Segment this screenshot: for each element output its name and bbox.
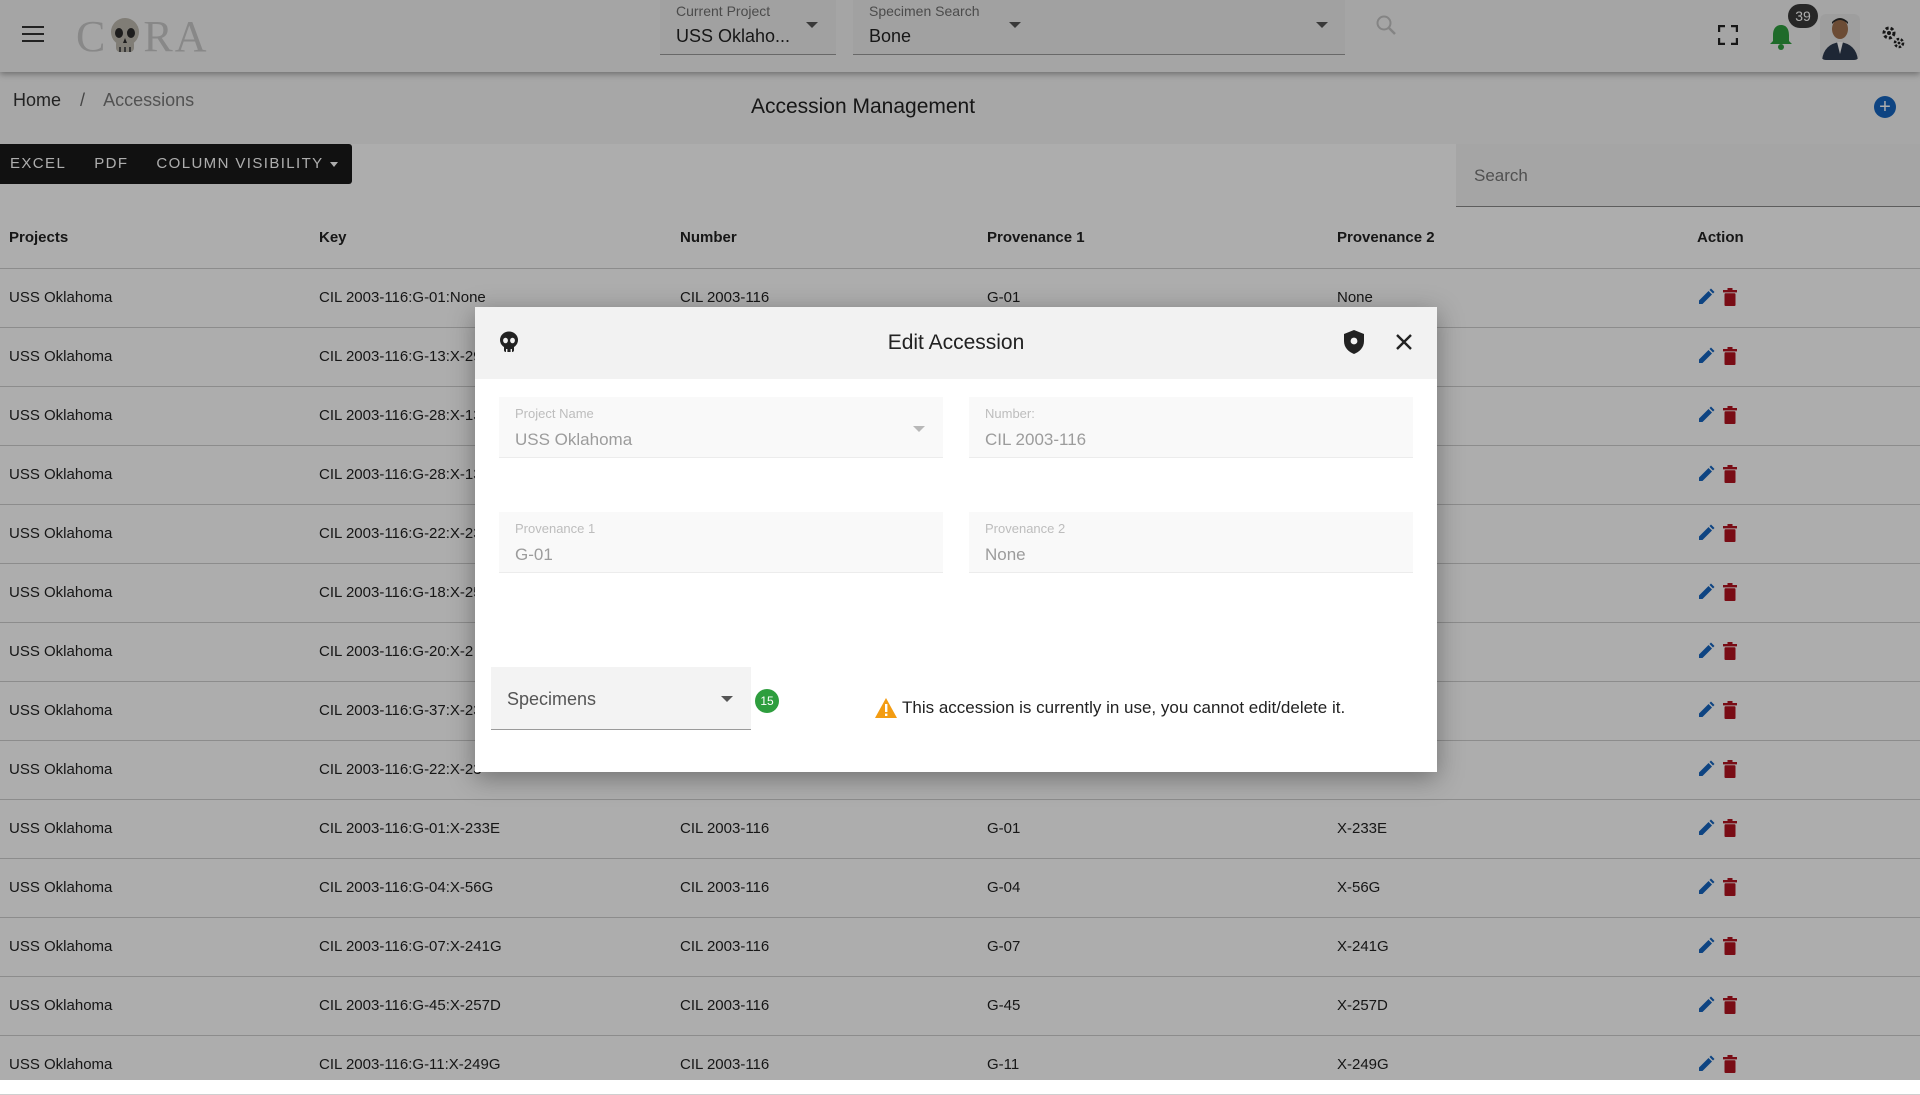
- shield-icon[interactable]: [1343, 329, 1365, 355]
- provenance-1-label: Provenance 1: [515, 521, 596, 536]
- dialog-header: Edit Accession: [475, 307, 1437, 379]
- specimens-select[interactable]: Specimens: [491, 667, 751, 730]
- number-label: Number:: [985, 406, 1035, 421]
- provenance-2-label: Provenance 2: [985, 521, 1066, 536]
- provenance-1-value: G-01: [515, 545, 553, 564]
- chevron-down-icon: [721, 696, 733, 702]
- provenance-2-value: None: [985, 545, 1026, 564]
- warning-text: This accession is currently in use, you …: [902, 698, 1346, 717]
- project-name-select[interactable]: Project Name USS Oklahoma: [499, 397, 943, 458]
- provenance-1-field[interactable]: Provenance 1 G-01: [499, 512, 943, 573]
- provenance-2-field[interactable]: Provenance 2 None: [969, 512, 1413, 573]
- edit-accession-dialog: Edit Accession Project Name USS Oklahoma…: [475, 307, 1437, 772]
- specimens-placeholder: Specimens: [507, 689, 597, 709]
- in-use-warning: This accession is currently in use, you …: [874, 697, 1345, 719]
- close-icon[interactable]: [1395, 333, 1413, 351]
- project-name-value: USS Oklahoma: [515, 430, 633, 449]
- dialog-title: Edit Accession: [887, 331, 1025, 354]
- warning-icon: [875, 698, 897, 718]
- project-name-label: Project Name: [515, 406, 594, 421]
- chevron-down-icon: [913, 426, 925, 432]
- specimens-count-badge: 15: [755, 689, 779, 713]
- number-value: CIL 2003-116: [985, 430, 1087, 449]
- number-field[interactable]: Number: CIL 2003-116: [969, 397, 1413, 458]
